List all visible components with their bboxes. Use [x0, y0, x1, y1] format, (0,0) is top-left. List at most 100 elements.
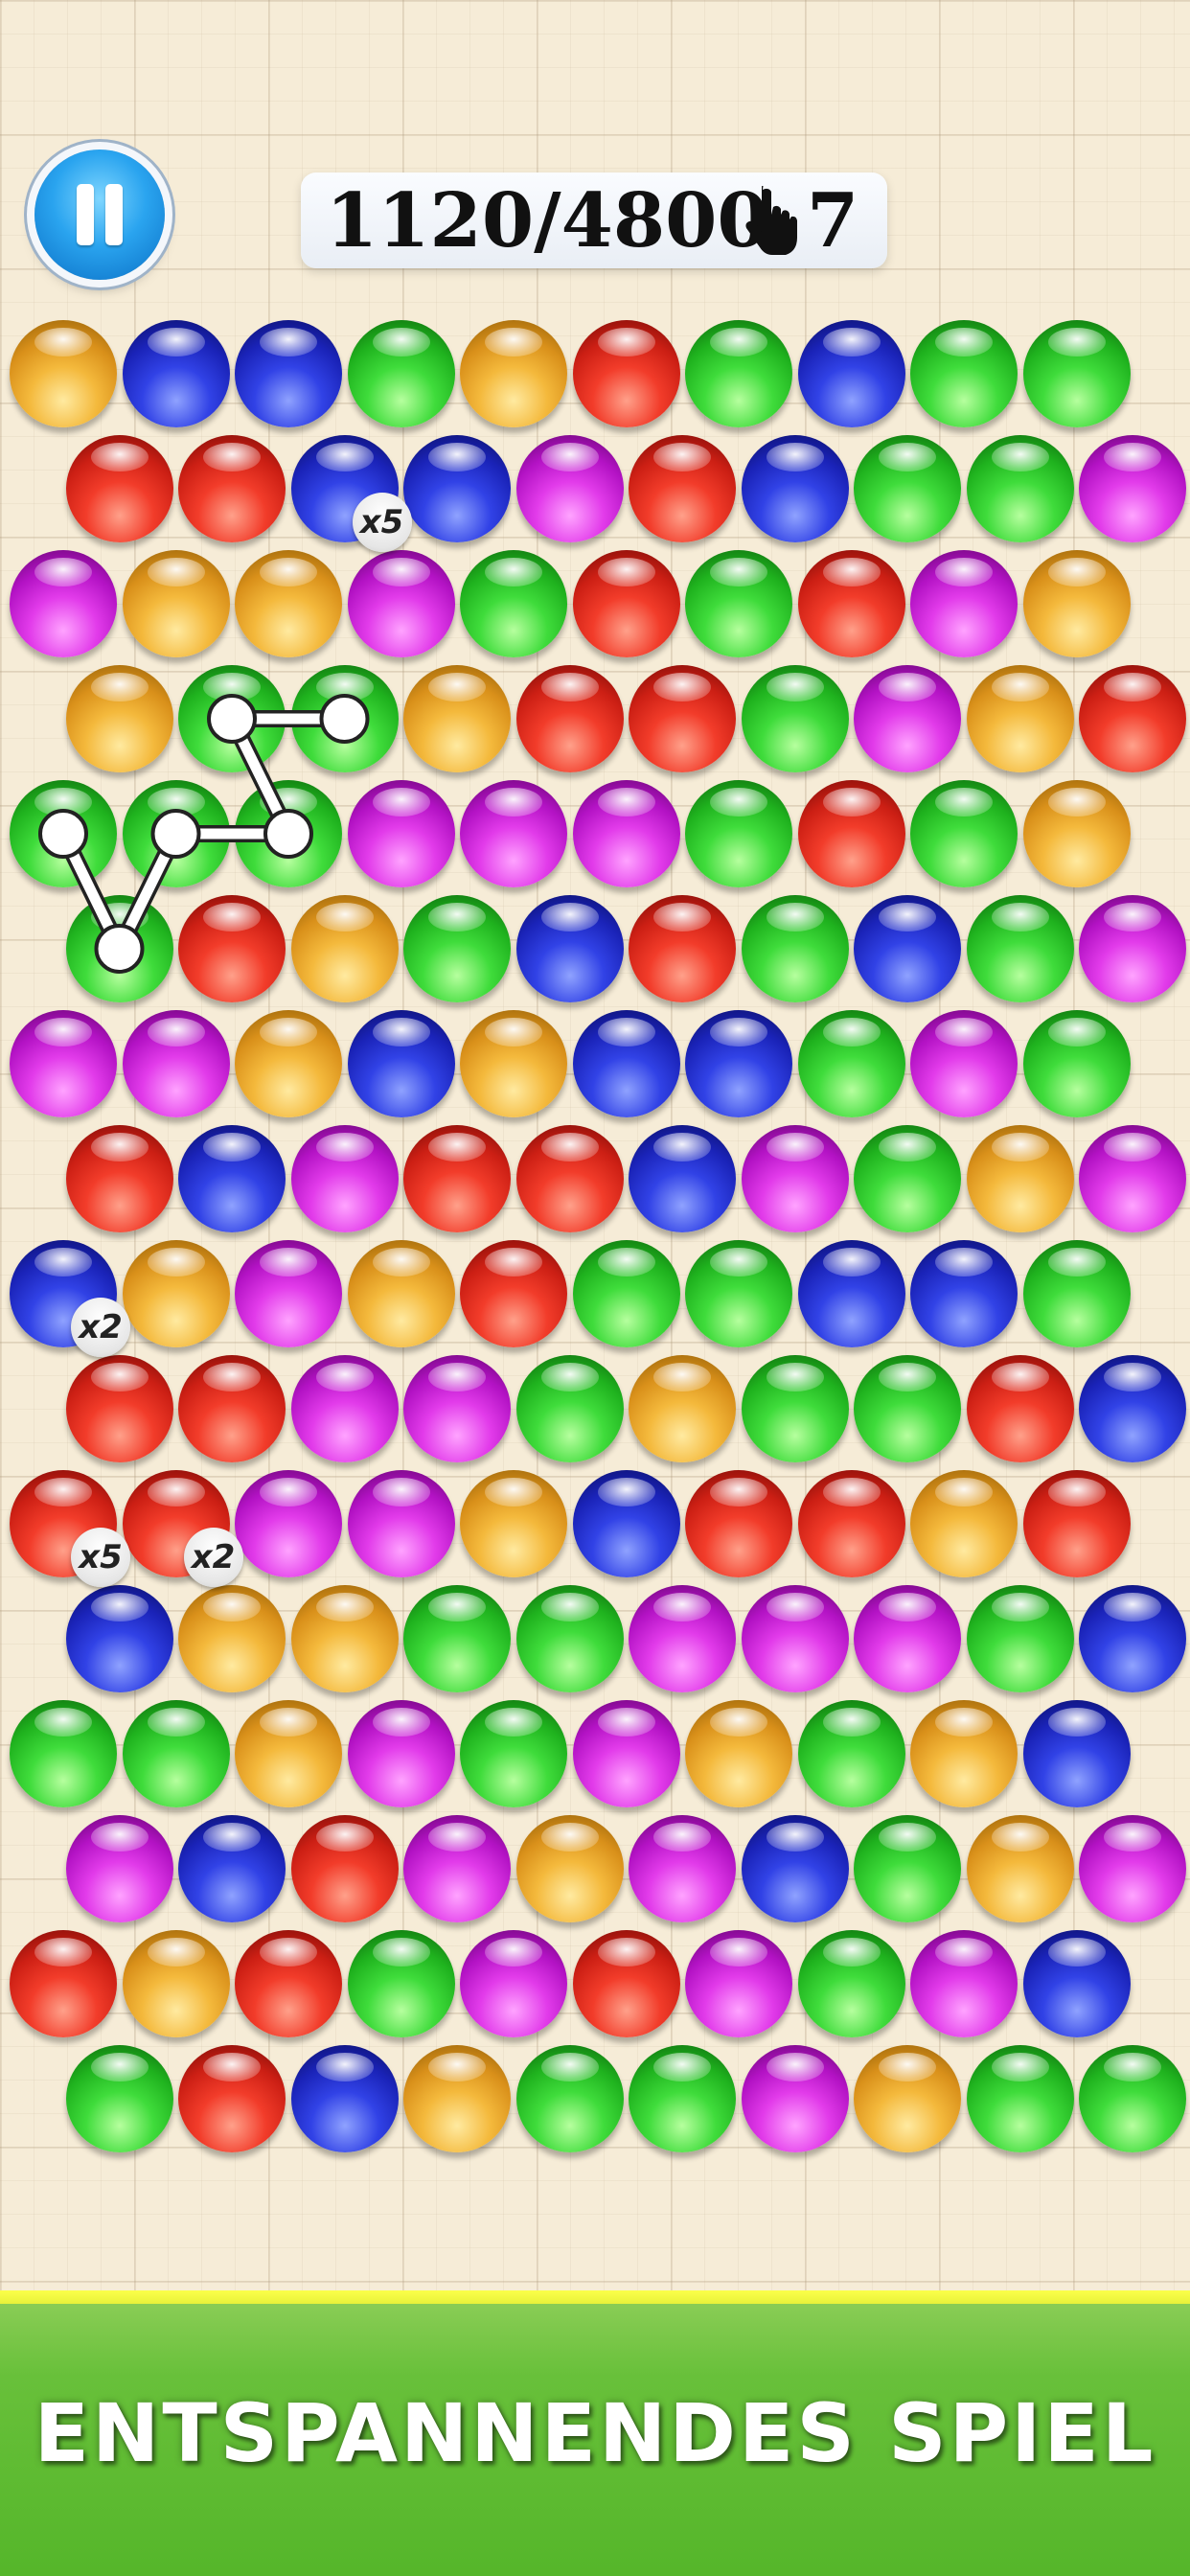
- red-ball[interactable]: [65, 1355, 173, 1462]
- red-ball[interactable]: [290, 1815, 399, 1922]
- green-ball[interactable]: [403, 895, 511, 1002]
- magenta-ball[interactable]: [910, 550, 1018, 657]
- green-ball[interactable]: [741, 895, 849, 1002]
- magenta-ball[interactable]: [460, 1930, 567, 2037]
- magenta-ball[interactable]: [10, 550, 117, 657]
- magenta-ball[interactable]: [347, 550, 455, 657]
- blue-ball[interactable]: [347, 1010, 455, 1117]
- green-ball[interactable]: [854, 435, 961, 542]
- orange-ball[interactable]: [290, 895, 399, 1002]
- green-ball[interactable]: [966, 2045, 1074, 2152]
- red-ball[interactable]: [178, 435, 286, 542]
- magenta-ball[interactable]: [1079, 1125, 1186, 1232]
- magenta-ball[interactable]: [347, 780, 455, 887]
- green-ball[interactable]: [10, 780, 117, 887]
- orange-ball[interactable]: [122, 1930, 230, 2037]
- orange-ball[interactable]: [235, 1700, 342, 1807]
- red-ball[interactable]: [178, 2045, 286, 2152]
- magenta-ball[interactable]: [460, 780, 567, 887]
- red-ball[interactable]: [797, 550, 905, 657]
- green-ball[interactable]: [515, 1585, 624, 1692]
- magenta-ball[interactable]: [741, 1125, 849, 1232]
- blue-ball[interactable]: [910, 1240, 1018, 1347]
- green-ball[interactable]: [685, 320, 792, 427]
- green-ball[interactable]: [797, 1930, 905, 2037]
- magenta-ball[interactable]: [629, 1585, 736, 1692]
- green-ball[interactable]: [741, 665, 849, 772]
- red-ball[interactable]: [572, 550, 680, 657]
- green-ball[interactable]: [966, 1585, 1074, 1692]
- magenta-ball[interactable]: [1079, 1815, 1186, 1922]
- orange-ball[interactable]: [403, 2045, 511, 2152]
- orange-ball[interactable]: [966, 1125, 1074, 1232]
- orange-ball[interactable]: [235, 550, 342, 657]
- blue-ball[interactable]: [178, 1815, 286, 1922]
- red-ball[interactable]: [235, 1930, 342, 2037]
- magenta-ball[interactable]: [235, 1470, 342, 1577]
- green-ball[interactable]: [854, 1125, 961, 1232]
- green-ball[interactable]: [1079, 2045, 1186, 2152]
- red-ball[interactable]: [65, 435, 173, 542]
- red-ball[interactable]: [65, 1125, 173, 1232]
- magenta-ball[interactable]: [403, 1355, 511, 1462]
- blue-ball[interactable]: [178, 1125, 286, 1232]
- blue-ball[interactable]: [290, 2045, 399, 2152]
- magenta-ball[interactable]: [854, 665, 961, 772]
- magenta-ball[interactable]: [629, 1815, 736, 1922]
- red-ball[interactable]: [1079, 665, 1186, 772]
- green-ball[interactable]: [797, 1700, 905, 1807]
- red-ball[interactable]: [966, 1355, 1074, 1462]
- blue-ball[interactable]: [741, 1815, 849, 1922]
- green-ball[interactable]: [685, 1240, 792, 1347]
- orange-ball[interactable]: [65, 665, 173, 772]
- green-ball[interactable]: [290, 665, 399, 772]
- green-ball[interactable]: [1022, 1240, 1131, 1347]
- green-ball[interactable]: [460, 1700, 567, 1807]
- blue-ball[interactable]: [572, 1470, 680, 1577]
- blue-ball[interactable]: [1022, 1700, 1131, 1807]
- magenta-ball[interactable]: [290, 1355, 399, 1462]
- orange-ball[interactable]: [854, 2045, 961, 2152]
- green-ball[interactable]: [235, 780, 342, 887]
- red-ball[interactable]: [10, 1930, 117, 2037]
- green-ball[interactable]: [403, 1585, 511, 1692]
- orange-ball[interactable]: [910, 1470, 1018, 1577]
- green-ball[interactable]: [65, 895, 173, 1002]
- orange-ball[interactable]: [235, 1010, 342, 1117]
- green-ball[interactable]: [347, 320, 455, 427]
- orange-ball[interactable]: [460, 320, 567, 427]
- magenta-ball[interactable]: [122, 1010, 230, 1117]
- orange-ball[interactable]: [460, 1470, 567, 1577]
- green-ball[interactable]: [910, 780, 1018, 887]
- orange-ball[interactable]: [966, 665, 1074, 772]
- orange-ball[interactable]: [966, 1815, 1074, 1922]
- orange-ball[interactable]: [178, 1585, 286, 1692]
- red-ball[interactable]: [629, 435, 736, 542]
- blue-ball[interactable]: [1079, 1585, 1186, 1692]
- green-ball[interactable]: [10, 1700, 117, 1807]
- green-ball[interactable]: [910, 320, 1018, 427]
- green-ball[interactable]: [854, 1815, 961, 1922]
- blue-ball[interactable]: [741, 435, 849, 542]
- magenta-ball[interactable]: [1079, 435, 1186, 542]
- red-ball[interactable]: [178, 1355, 286, 1462]
- red-ball[interactable]: [515, 1125, 624, 1232]
- green-ball[interactable]: [122, 780, 230, 887]
- magenta-ball[interactable]: [910, 1930, 1018, 2037]
- green-ball[interactable]: [797, 1010, 905, 1117]
- magenta-ball[interactable]: [515, 435, 624, 542]
- red-ball[interactable]: [460, 1240, 567, 1347]
- blue-ball[interactable]: [572, 1010, 680, 1117]
- orange-ball[interactable]: [290, 1585, 399, 1692]
- orange-ball[interactable]: [1022, 780, 1131, 887]
- green-ball[interactable]: [515, 2045, 624, 2152]
- red-ball[interactable]: [685, 1470, 792, 1577]
- blue-ball[interactable]: [403, 435, 511, 542]
- orange-ball[interactable]: [910, 1700, 1018, 1807]
- blue-ball[interactable]: [235, 320, 342, 427]
- magenta-ball[interactable]: [403, 1815, 511, 1922]
- blue-ball[interactable]: [122, 320, 230, 427]
- magenta-ball[interactable]: [741, 2045, 849, 2152]
- magenta-ball[interactable]: [854, 1585, 961, 1692]
- orange-ball[interactable]: [1022, 550, 1131, 657]
